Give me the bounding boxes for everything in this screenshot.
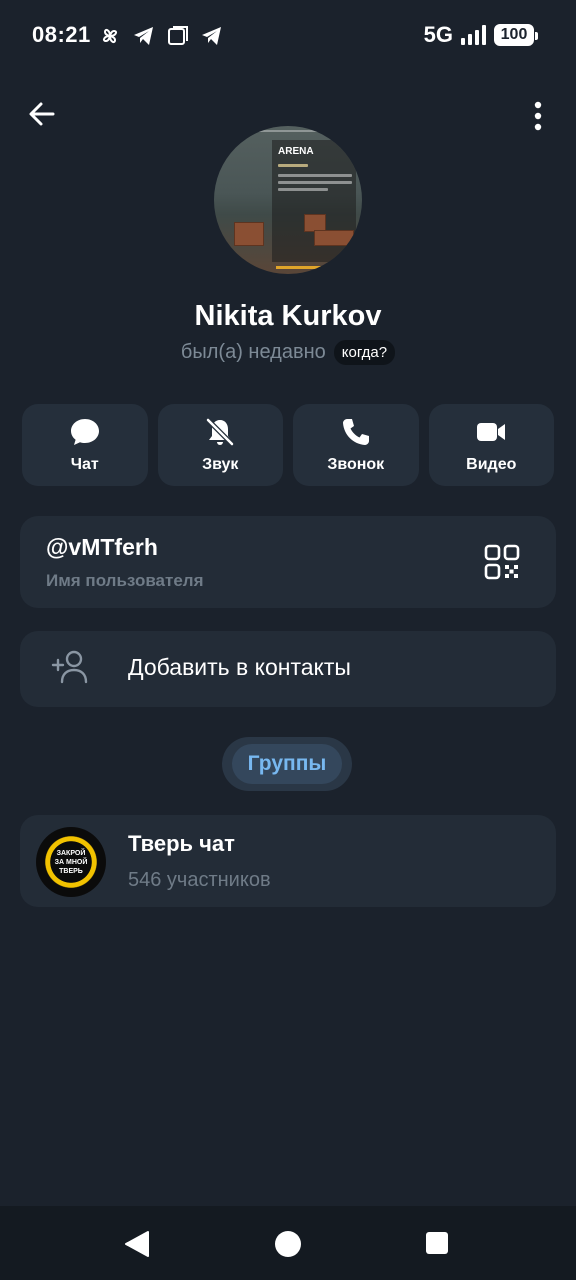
back-button[interactable] [24, 96, 60, 132]
chat-label: Чат [70, 456, 99, 473]
add-person-icon [51, 650, 88, 684]
signal-icon [461, 25, 486, 45]
profile-avatar[interactable]: ARENA [214, 126, 362, 274]
profile-status: был(а) недавно когда? [0, 340, 576, 365]
mute-button[interactable]: Звук [157, 404, 283, 486]
group-members: 546 участников [128, 869, 271, 891]
group-name: Тверь чат [128, 831, 235, 856]
square-recents-icon[interactable] [426, 1232, 448, 1254]
more-menu-button[interactable] [520, 96, 556, 136]
square-icon [168, 26, 188, 45]
system-nav-bar [0, 1206, 576, 1280]
chat-bubble-icon [70, 419, 99, 445]
telegram-icon [202, 27, 221, 45]
username-value: @vMTferh [46, 534, 158, 560]
groups-tab-label: Группы [247, 752, 327, 775]
circle-home-icon[interactable] [275, 1231, 301, 1257]
notification-icons [98, 24, 224, 48]
call-button[interactable]: Звонок [293, 404, 419, 486]
profile-screen: 08:21 5G 100 ARENA Nikita Kurkov был(а) … [0, 0, 576, 1280]
groups-tab[interactable]: Группы [222, 737, 352, 791]
last-seen-text: был(а) недавно [180, 341, 326, 363]
pinwheel-icon [102, 28, 118, 44]
username-card[interactable]: @vMTferh Имя пользователя [20, 516, 556, 608]
video-button[interactable]: Видео [428, 404, 554, 486]
profile-name: Nikita Kurkov [194, 300, 382, 332]
username-caption: Имя пользователя [46, 571, 204, 590]
video-label: Видео [466, 456, 517, 473]
status-time: 08:21 [32, 22, 91, 47]
when-button[interactable]: когда? [333, 340, 396, 365]
triangle-back-icon[interactable] [124, 1230, 150, 1258]
avatar-title: ARENA [278, 146, 314, 157]
group-avatar-text: ЗАКРОЙ ЗА МНОЙ ТВЕРЬ [54, 850, 88, 875]
battery-icon: 100 [494, 24, 538, 46]
status-right: 5G 100 [423, 22, 538, 48]
video-camera-icon [477, 423, 506, 441]
chat-button[interactable]: Чат [22, 404, 148, 486]
more-vertical-icon [534, 101, 542, 131]
add-contact-label: Добавить в контакты [128, 654, 351, 680]
add-contact-button[interactable]: Добавить в контакты [20, 631, 556, 707]
status-bar: 08:21 5G 100 [0, 0, 576, 72]
arrow-left-icon [29, 102, 55, 126]
call-label: Звонок [327, 456, 385, 473]
qr-code-icon[interactable] [484, 544, 520, 580]
telegram-icon [134, 27, 153, 45]
mute-label: Звук [202, 456, 239, 473]
action-buttons: Чат Звук Звонок Видео [22, 404, 554, 486]
phone-icon [342, 419, 369, 445]
group-avatar: ЗАКРОЙ ЗА МНОЙ ТВЕРЬ [36, 827, 106, 897]
bell-off-icon [206, 418, 235, 446]
network-type: 5G [423, 22, 453, 47]
group-list-item[interactable]: ЗАКРОЙ ЗА МНОЙ ТВЕРЬ Тверь чат 546 участни… [20, 815, 556, 907]
